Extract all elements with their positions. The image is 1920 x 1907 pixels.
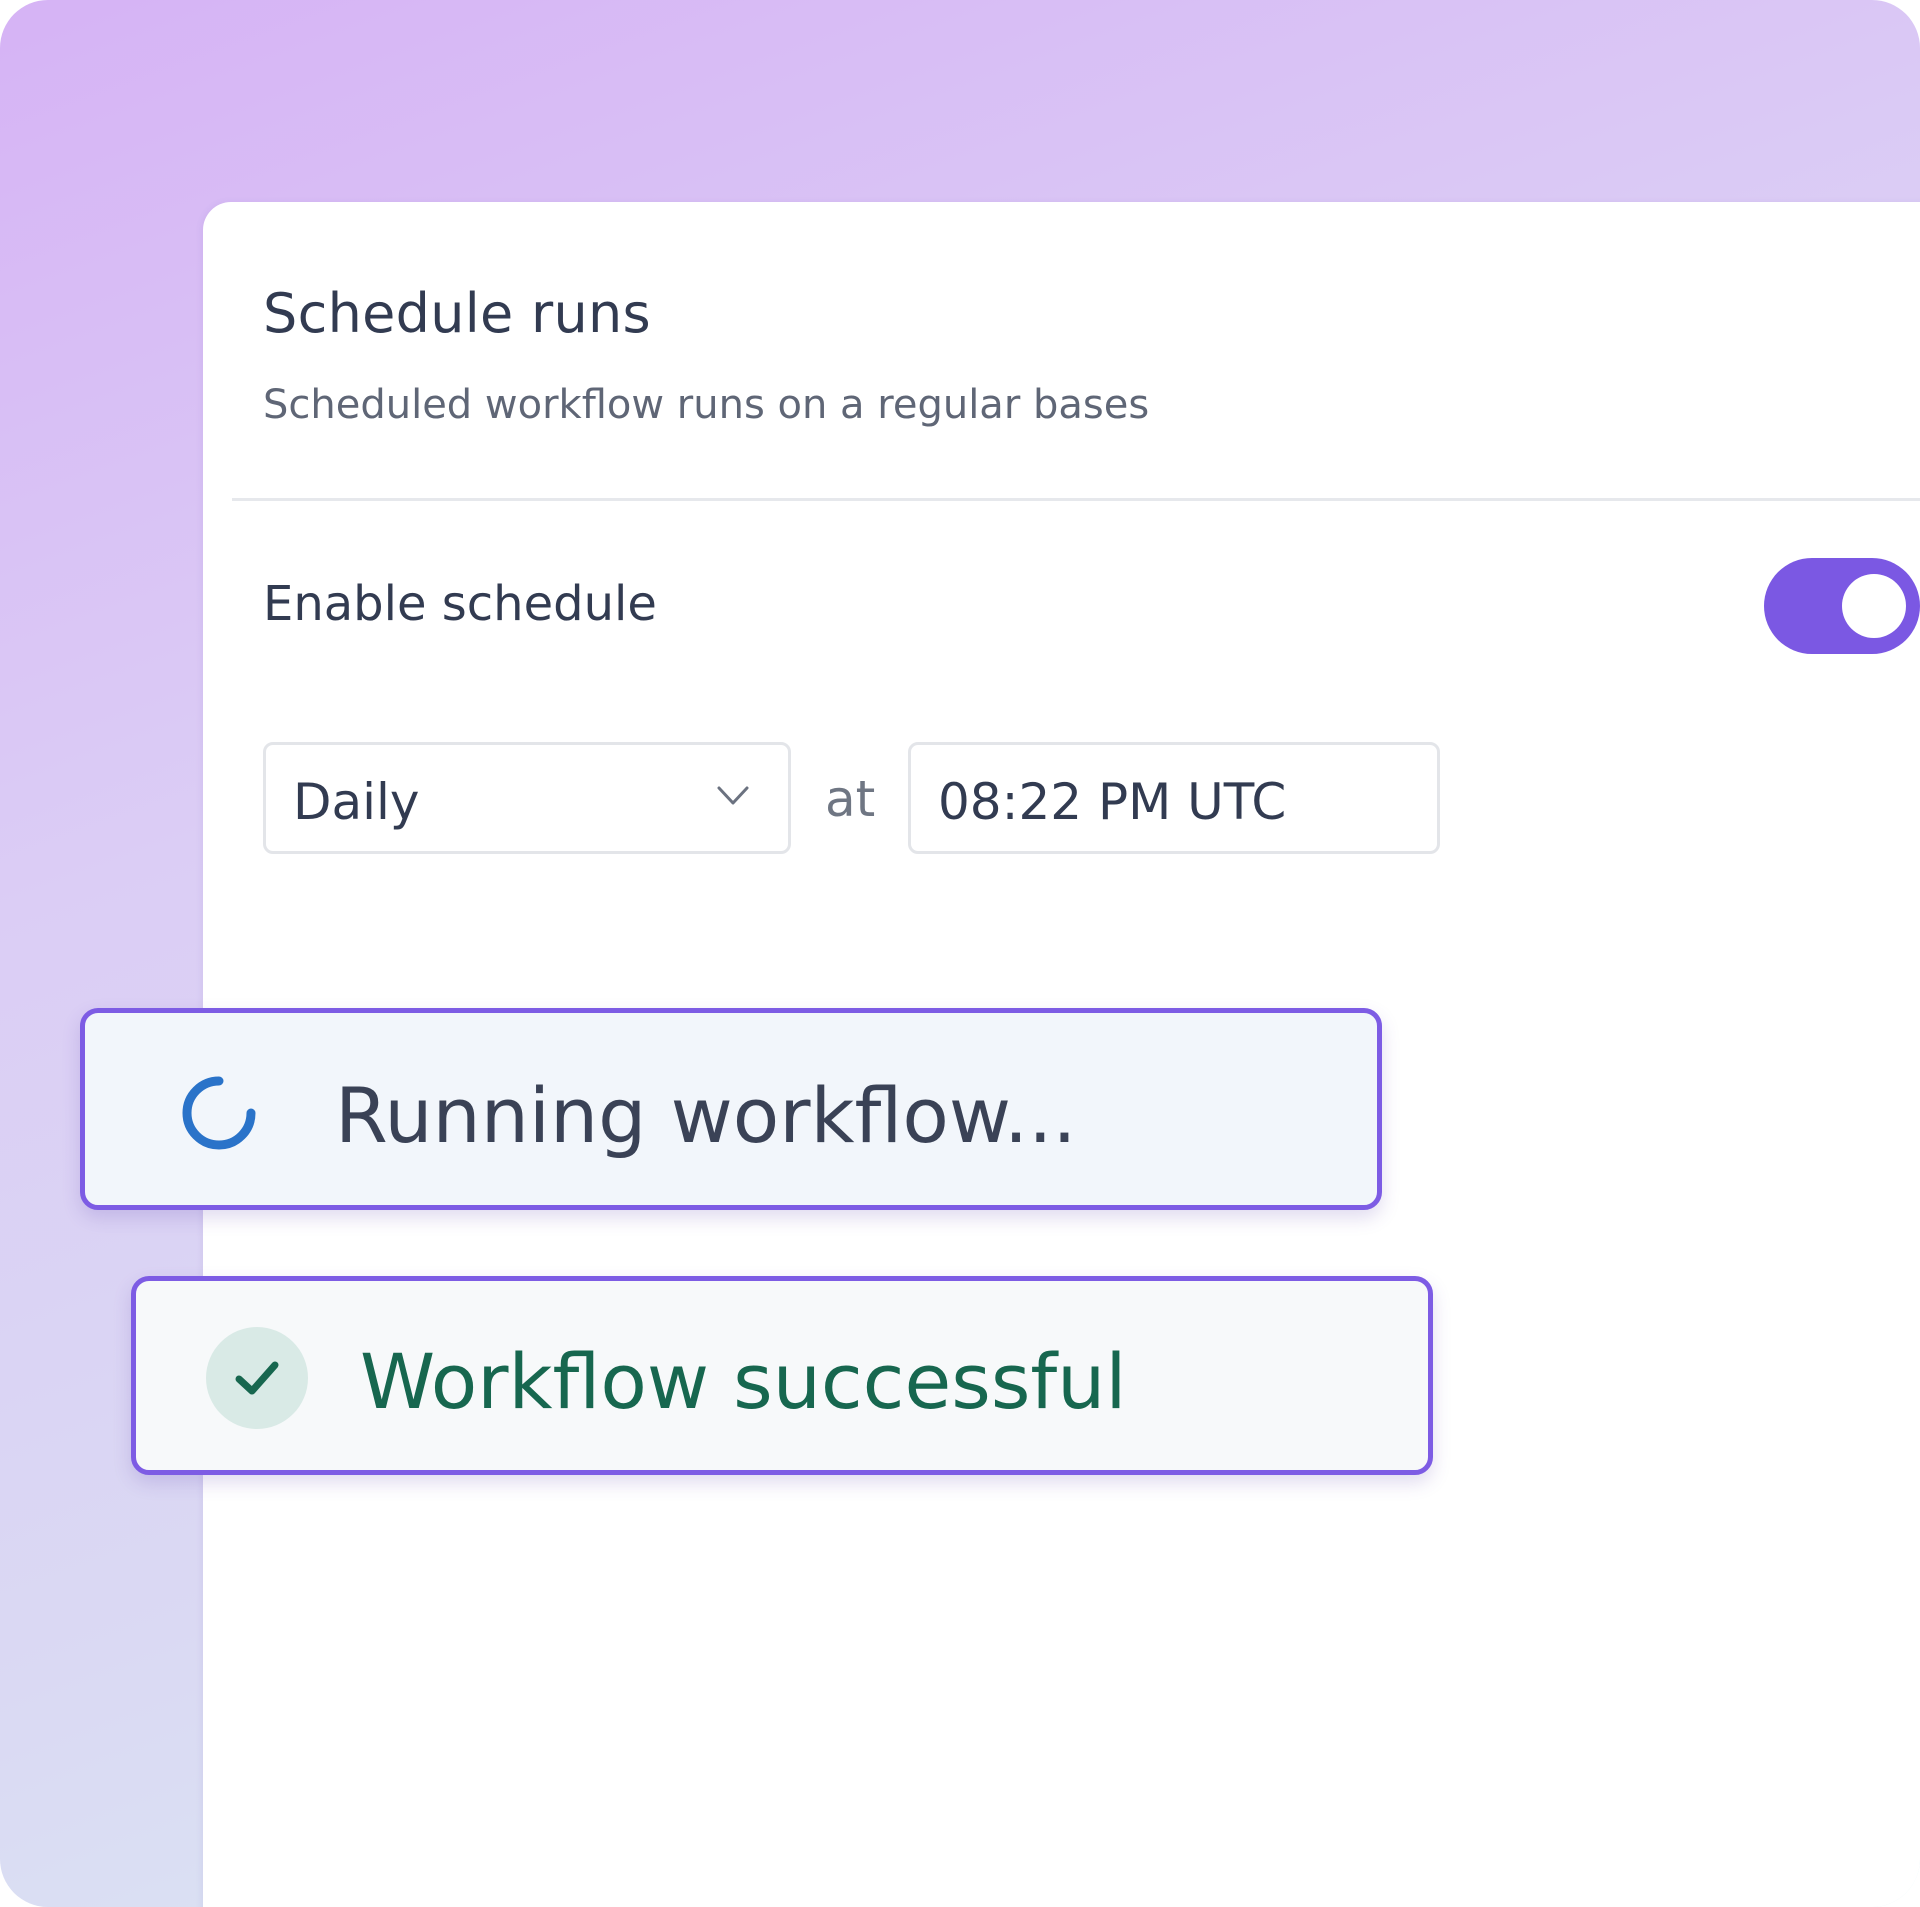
time-input-value: 08:22 PM UTC bbox=[938, 773, 1287, 831]
success-status-text: Workflow successful bbox=[360, 1337, 1127, 1426]
chevron-down-icon bbox=[717, 786, 749, 805]
at-label: at bbox=[825, 770, 876, 828]
frequency-select-value: Daily bbox=[293, 773, 420, 831]
running-status-card: Running workflow... bbox=[80, 1008, 1382, 1210]
enable-schedule-toggle[interactable] bbox=[1764, 558, 1920, 654]
page-title: Schedule runs bbox=[263, 282, 651, 345]
check-icon bbox=[235, 1361, 279, 1395]
page-subtitle: Scheduled workflow runs on a regular bas… bbox=[263, 382, 1150, 428]
success-status-card: Workflow successful bbox=[131, 1276, 1433, 1475]
divider bbox=[232, 498, 1920, 501]
frequency-select[interactable]: Daily bbox=[263, 742, 791, 854]
spinner-icon bbox=[182, 1076, 256, 1150]
success-badge bbox=[206, 1327, 308, 1429]
time-input[interactable]: 08:22 PM UTC bbox=[908, 742, 1440, 854]
enable-schedule-label: Enable schedule bbox=[263, 576, 657, 632]
toggle-knob bbox=[1842, 574, 1906, 638]
running-status-text: Running workflow... bbox=[335, 1071, 1077, 1160]
